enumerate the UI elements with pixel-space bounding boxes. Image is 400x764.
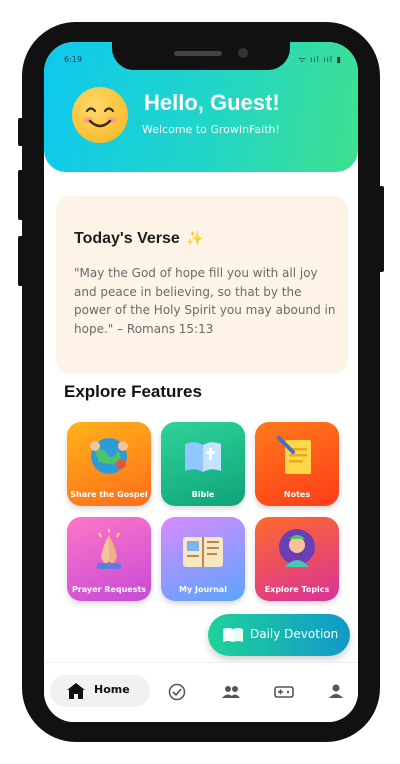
- status-time: 6:19: [64, 55, 82, 64]
- avatar: [72, 87, 128, 143]
- meditating-person-icon: [279, 529, 315, 567]
- tile-bible[interactable]: Bible: [161, 422, 245, 506]
- tile-prayer-requests[interactable]: Prayer Requests: [67, 517, 151, 601]
- daily-devotion-button[interactable]: Daily Devotion: [208, 614, 350, 656]
- praying-hands-icon: [97, 529, 121, 569]
- speaker: [174, 51, 222, 56]
- smiling-face-icon: [83, 107, 117, 128]
- camera: [238, 48, 248, 58]
- tile-explore-topics[interactable]: Explore Topics: [255, 517, 339, 601]
- open-book-icon: [223, 628, 243, 642]
- globe-people-icon: [90, 438, 128, 474]
- tile-label: Notes: [283, 490, 311, 499]
- tile-label: Bible: [191, 490, 215, 499]
- journal-icon: [183, 537, 223, 567]
- person-icon[interactable]: [328, 683, 344, 699]
- notch: [112, 42, 290, 70]
- tile-label: My Journal: [179, 585, 227, 594]
- bottom-tab-bar: Home: [44, 662, 358, 722]
- tile-label: Prayer Requests: [71, 585, 147, 594]
- people-icon[interactable]: [221, 684, 241, 700]
- explore-title: Explore Features: [64, 382, 202, 401]
- verse-title-text: Today's Verse: [74, 230, 180, 247]
- daily-devotion-label: Daily Devotion: [250, 627, 339, 641]
- tile-label: Explore Topics: [264, 585, 330, 594]
- greeting-title: Hello, Guest!: [144, 90, 280, 115]
- status-indicators: ᯤ ııl ııl ▮: [298, 55, 342, 64]
- home-icon: [67, 683, 85, 699]
- verse-card: Today's Verse ✨ "May the God of hope fil…: [56, 196, 348, 374]
- tab-home[interactable]: Home: [50, 675, 150, 707]
- notes-icon: [277, 436, 311, 474]
- check-circle-icon[interactable]: [168, 683, 186, 701]
- verse-text: "May the God of hope fill you with all j…: [74, 266, 336, 336]
- tab-home-label: Home: [94, 683, 130, 696]
- verse-title: Today's Verse ✨: [74, 230, 204, 248]
- tile-my-journal[interactable]: My Journal: [161, 517, 245, 601]
- bible-book-icon: [185, 442, 221, 472]
- tile-label: Share the Gospel: [70, 490, 148, 499]
- gamepad-icon[interactable]: [274, 685, 294, 699]
- welcome-subtitle: Welcome to GrowInFaith!: [142, 123, 280, 136]
- tile-share-the-gospel[interactable]: Share the Gospel: [67, 422, 151, 506]
- sparkle-icon: ✨: [186, 230, 204, 246]
- tile-notes[interactable]: Notes: [255, 422, 339, 506]
- app-screen: 6:19 ᯤ ııl ııl ▮ Hello, Guest! Welcome t…: [44, 42, 358, 722]
